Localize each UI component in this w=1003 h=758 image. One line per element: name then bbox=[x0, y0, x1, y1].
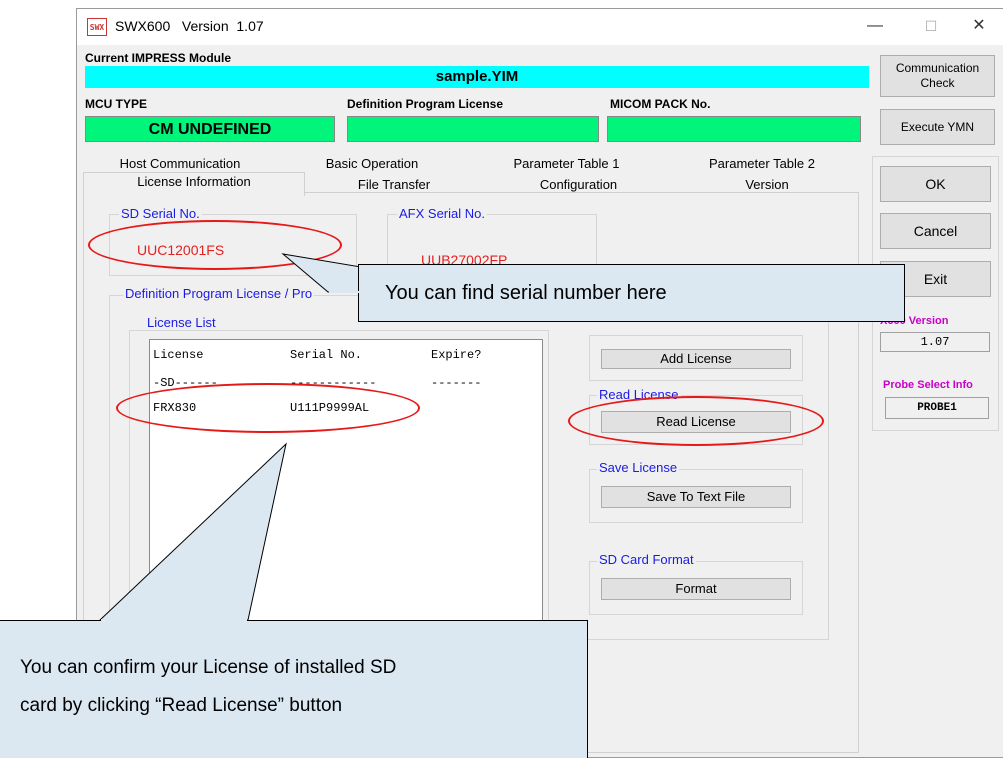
callout-read-license-line2: card by clicking “Read License” button bbox=[20, 695, 343, 716]
callout-serial-number-text: You can find serial number here bbox=[385, 282, 667, 304]
callout-read-license-line1: You can confirm your License of installe… bbox=[20, 657, 397, 678]
callout-serial-number: You can find serial number here bbox=[358, 264, 905, 322]
callout-read-license: You can confirm your License of installe… bbox=[0, 620, 588, 758]
